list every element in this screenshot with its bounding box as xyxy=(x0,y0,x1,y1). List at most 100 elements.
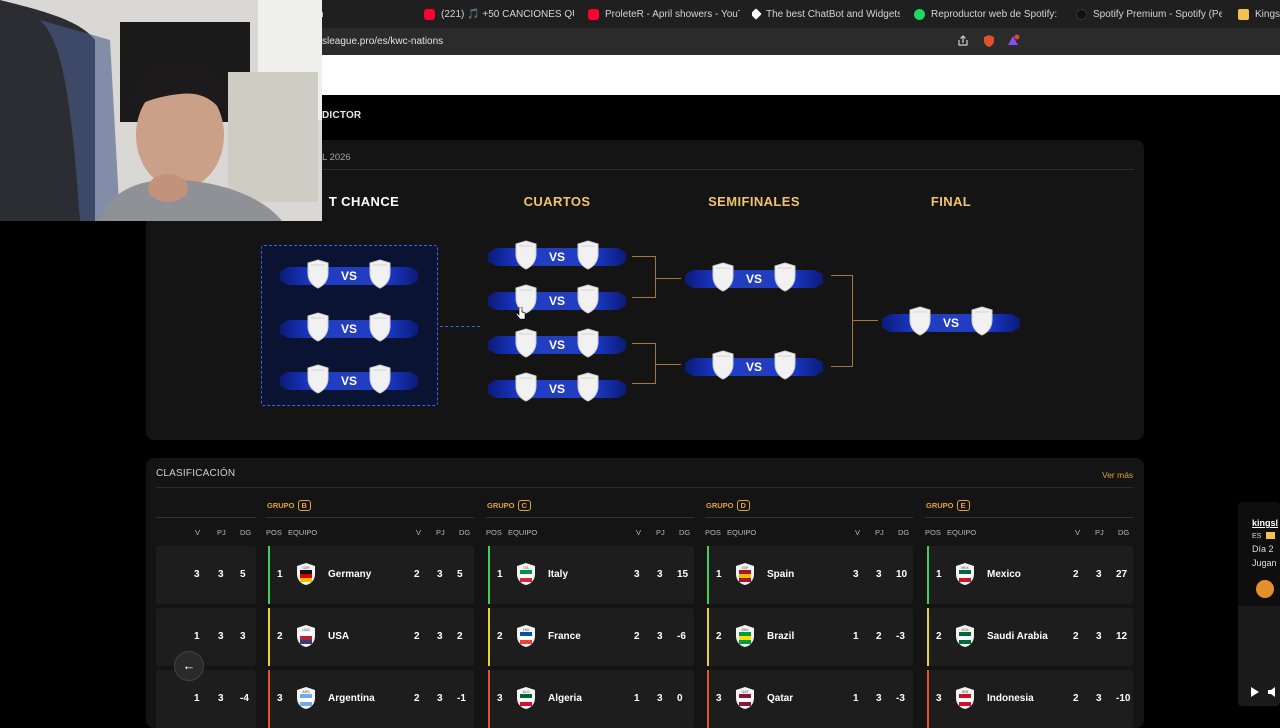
webcam-image xyxy=(0,0,322,221)
cell-v: 1 xyxy=(853,693,859,704)
browser-tab[interactable]: ProleteR - April showers - YouTube xyxy=(588,0,740,28)
status-indicator xyxy=(268,546,270,604)
team-name[interactable]: Germany xyxy=(328,569,371,580)
play-icon[interactable] xyxy=(1250,686,1260,698)
team-name[interactable]: France xyxy=(548,631,581,642)
match-last-chance-3[interactable]: VS xyxy=(274,363,424,397)
cell-pos: 3 xyxy=(936,693,942,704)
match-final[interactable]: VS xyxy=(876,305,1026,339)
vs-label: VS xyxy=(548,382,565,396)
team-name[interactable]: Argentina xyxy=(328,693,375,704)
vs-label: VS xyxy=(340,322,357,336)
match-quarter-1[interactable]: VS xyxy=(482,239,632,273)
team-name[interactable]: Spain xyxy=(767,569,794,580)
browser-tab[interactable]: (221) 🎵 +50 CANCIONES QUE US xyxy=(424,0,574,28)
svg-text:ESP: ESP xyxy=(742,566,749,570)
youtube-icon xyxy=(588,8,599,20)
browser-tab[interactable]: Reproductor web de Spotify: músic xyxy=(914,0,1060,28)
status-indicator xyxy=(707,546,709,604)
column-header-pj: PJ xyxy=(656,528,665,537)
team-name[interactable]: Saudi Arabia xyxy=(987,631,1048,642)
match-semi-2[interactable]: VS xyxy=(679,349,829,383)
cell-v: 3 xyxy=(853,569,859,580)
tab-label: The best ChatBot and Widgets for xyxy=(766,8,900,20)
team-name[interactable]: Indonesia xyxy=(987,693,1034,704)
match-quarter-4[interactable]: VS xyxy=(482,371,632,405)
group-word: GRUPO xyxy=(706,501,734,510)
widget-title[interactable]: kingsl xyxy=(1252,518,1278,528)
status-indicator xyxy=(927,608,929,666)
match-last-chance-1[interactable]: VS xyxy=(274,258,424,292)
cell-pj: 3 xyxy=(218,569,224,580)
tab-label: Spotify Premium - Spotify (Perú) xyxy=(1093,8,1222,20)
vs-label: VS xyxy=(745,272,762,286)
match-quarter-3[interactable]: VS xyxy=(482,327,632,361)
cell-pj: 3 xyxy=(876,569,882,580)
column-header-pj: PJ xyxy=(436,528,445,537)
team-name[interactable]: Brazil xyxy=(767,631,794,642)
season-label: L 2026 xyxy=(322,152,351,163)
svg-text:FRA: FRA xyxy=(523,628,530,632)
tab-label: ProleteR - April showers - YouTube xyxy=(605,8,740,20)
status-indicator xyxy=(268,670,270,728)
team-crest-icon: FRA xyxy=(517,625,535,647)
team-name[interactable]: Algeria xyxy=(548,693,582,704)
column-header-pos: POS xyxy=(705,528,721,537)
cell-dg: -6 xyxy=(677,631,686,642)
rewards-icon[interactable] xyxy=(1006,34,1020,48)
browser-tab[interactable]: n xyxy=(318,0,388,28)
back-button[interactable]: ← xyxy=(174,651,204,681)
group-letter: E xyxy=(956,500,970,511)
volume-icon[interactable] xyxy=(1268,686,1278,698)
cell-dg: 27 xyxy=(1116,569,1128,580)
brave-shield-icon[interactable] xyxy=(982,34,996,48)
cell-pj: 3 xyxy=(437,631,443,642)
browser-tab[interactable]: Spotify Premium - Spotify (Perú) xyxy=(1076,0,1222,28)
team-crest-icon: USA xyxy=(297,625,315,647)
column-header-team: EQUIPO xyxy=(947,528,977,537)
cell-pos: 1 xyxy=(936,569,942,580)
team-name[interactable]: USA xyxy=(328,631,349,642)
cell-v: 1 xyxy=(634,693,640,704)
cell-dg: 2 xyxy=(457,631,463,642)
see-more-link[interactable]: Ver más xyxy=(1102,470,1133,480)
match-semi-1[interactable]: VS xyxy=(679,261,829,295)
status-indicator xyxy=(927,546,929,604)
connector-line xyxy=(632,343,656,344)
cell-v: 2 xyxy=(414,693,420,704)
team-name[interactable]: Qatar xyxy=(767,693,793,704)
group-word: GRUPO xyxy=(926,501,954,510)
column-header-v: V xyxy=(1075,528,1081,537)
column-header-team: EQUIPO xyxy=(288,528,318,537)
svg-text:ALG: ALG xyxy=(522,690,529,694)
mouse-cursor-icon xyxy=(516,307,526,320)
browser-tab[interactable]: Kings W xyxy=(1238,0,1280,28)
share-icon[interactable] xyxy=(956,34,970,48)
column-header-v: V xyxy=(195,528,201,537)
cell-pj: 2 xyxy=(876,631,882,642)
stage-title-quarters: CUARTOS xyxy=(523,194,591,209)
match-quarter-2[interactable]: VS xyxy=(482,283,632,317)
column-header-dg: DG xyxy=(459,528,471,537)
group-word: GRUPO xyxy=(487,501,515,510)
status-indicator xyxy=(707,608,709,666)
cell-dg: 10 xyxy=(896,569,908,580)
cell-dg: -3 xyxy=(896,693,905,704)
url-field[interactable]: sleague.pro/es/kwc-nations xyxy=(322,36,443,47)
cell-v: 3 xyxy=(634,569,640,580)
cell-v: 1 xyxy=(853,631,859,642)
cell-pos: 3 xyxy=(277,693,283,704)
team-name[interactable]: Italy xyxy=(548,569,568,580)
team-name[interactable]: Mexico xyxy=(987,569,1021,580)
column-header-dg: DG xyxy=(1118,528,1130,537)
svg-text:BRA: BRA xyxy=(741,628,749,632)
match-last-chance-2[interactable]: VS xyxy=(274,311,424,345)
cell-pj: 3 xyxy=(657,693,663,704)
browser-tab[interactable]: The best ChatBot and Widgets for xyxy=(752,0,900,28)
cell-pj: 3 xyxy=(437,693,443,704)
connector-line xyxy=(632,256,656,257)
team-crest-icon: IDN xyxy=(956,687,974,709)
divider xyxy=(705,517,913,518)
cell-pos: 2 xyxy=(716,631,722,642)
group-label: GRUPO C xyxy=(487,500,531,511)
